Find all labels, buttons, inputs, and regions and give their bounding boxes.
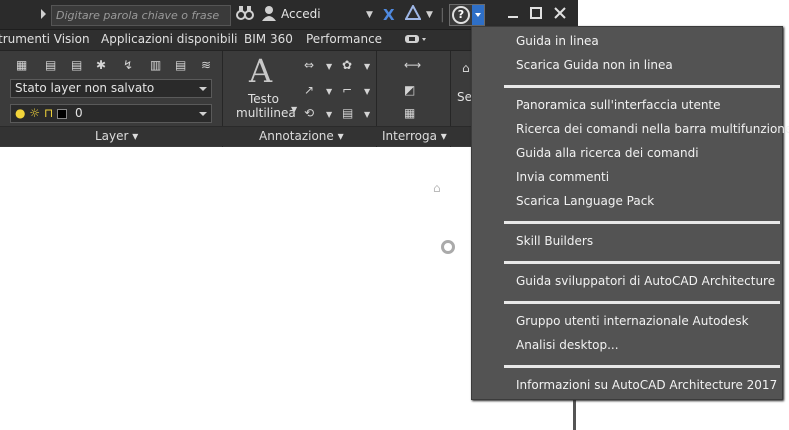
sun-icon: ☼ [29, 106, 41, 120]
help-button[interactable]: ? [449, 4, 485, 26]
tag-icon[interactable]: ⟲ [304, 106, 314, 120]
menu-item-ribbon-search[interactable]: Ricerca dei comandi nella barra multifun… [516, 120, 789, 138]
tab-available-apps[interactable]: Applicazioni disponibili [101, 32, 238, 46]
layer-current-combo[interactable]: ● ☼ ⊓ 0 [10, 104, 212, 123]
menu-item-developer-guide[interactable]: Guida sviluppatori di AutoCAD Architectu… [516, 272, 775, 290]
chevron-down-icon [199, 87, 207, 91]
menu-separator [504, 261, 780, 264]
layer-tool-icon[interactable]: ▦ [16, 58, 27, 72]
menu-item-ui-overview[interactable]: Panoramica sull'interfaccia utente [516, 96, 721, 114]
a360-icon[interactable] [404, 3, 422, 27]
menu-item-skill-builders[interactable]: Skill Builders [516, 232, 593, 250]
maximize-icon[interactable] [530, 6, 542, 26]
menu-item-about[interactable]: Informazioni su AutoCAD Architecture 201… [516, 376, 777, 394]
layer-tool-icon[interactable]: ≋ [201, 58, 211, 72]
menu-separator [504, 85, 780, 88]
menu-item-command-search-help[interactable]: Guida alla ricerca dei comandi [516, 144, 699, 162]
symbol-icon[interactable]: ✿ [342, 58, 352, 72]
menu-separator [504, 221, 780, 224]
search-expand-arrow-icon[interactable] [41, 9, 46, 19]
tab-overflow-icon[interactable] [404, 31, 428, 50]
layer-current-value: 0 [74, 106, 83, 120]
home-icon[interactable]: ⌂ [433, 181, 441, 195]
layer-state-combo[interactable]: Stato layer non salvato [10, 79, 212, 98]
layer-tool-icon[interactable]: ✱ [96, 58, 106, 72]
a360-dropdown-icon[interactable]: ▼ [426, 5, 433, 25]
chevron-down-icon[interactable]: ▼ [326, 85, 332, 99]
menu-item-offline-help[interactable]: Scarica Guida non in linea [516, 56, 673, 74]
binoculars-icon[interactable] [236, 5, 254, 27]
menu-item-user-group[interactable]: Gruppo utenti internazionale Autodesk [516, 312, 749, 330]
layer-tool-icon[interactable]: ▤ [71, 58, 82, 72]
chevron-down-icon[interactable]: ▼ [291, 103, 297, 117]
viewcube-compass-icon[interactable] [441, 240, 455, 254]
layer-tool-icon[interactable]: ▤ [175, 58, 186, 72]
layer-tool-icon[interactable]: ↯ [123, 58, 133, 72]
toolbar-divider: | [440, 7, 445, 23]
tab-performance[interactable]: Performance [306, 32, 382, 46]
panel-layer-label[interactable]: Layer ▾ [95, 129, 138, 143]
help-dropdown-menu: Guida in linea Scarica Guida non in line… [471, 26, 789, 400]
measure-distance-icon[interactable]: ⟷ [404, 58, 421, 72]
panel-annotation-label[interactable]: Annotazione ▾ [259, 129, 344, 143]
dimension-icon[interactable]: ⇔ [304, 58, 314, 72]
chevron-down-icon[interactable]: ▼ [364, 85, 370, 99]
panel-query-label[interactable]: Interroga ▾ [382, 129, 447, 143]
signin-button[interactable]: Accedi [281, 7, 321, 21]
chevron-down-icon [199, 112, 207, 116]
autocad-window: Digitare parola chiave o frase Accedi ▼ … [0, 0, 789, 430]
close-icon[interactable] [553, 6, 567, 26]
chevron-down-icon[interactable]: ▼ [364, 108, 370, 122]
measure-area-icon[interactable]: ◩ [404, 83, 415, 97]
help-dropdown-icon[interactable] [472, 5, 484, 25]
text-tool-label: Testo [248, 92, 279, 106]
table-icon[interactable]: ▤ [342, 106, 353, 120]
menu-separator [504, 365, 780, 368]
layer-tool-icon[interactable]: ▥ [150, 58, 161, 72]
menu-item-language-pack[interactable]: Scarica Language Pack [516, 192, 654, 210]
canvas-edge [573, 398, 576, 430]
menu-item-send-feedback[interactable]: Invia commenti [516, 168, 609, 186]
tab-bim360[interactable]: BIM 360 [244, 32, 293, 46]
calculator-icon[interactable]: ▦ [404, 106, 415, 120]
section-icon[interactable]: ⌂ [462, 61, 470, 75]
text-tool-icon[interactable]: A [249, 52, 272, 90]
color-swatch [57, 108, 68, 119]
user-icon[interactable] [261, 5, 277, 27]
mleader-icon[interactable]: ⌐ [342, 83, 352, 97]
lock-icon: ⊓ [43, 106, 54, 120]
search-input[interactable]: Digitare parola chiave o frase [51, 5, 231, 26]
chevron-down-icon[interactable]: ▼ [326, 108, 332, 122]
exchange-x-icon[interactable]: X [383, 5, 395, 25]
menu-item-desktop-analytics[interactable]: Analisi desktop... [516, 336, 619, 354]
text-tool-label: multilinea [236, 106, 296, 120]
leader-icon[interactable]: ↗ [304, 83, 314, 97]
minimize-icon[interactable] [507, 6, 519, 26]
layer-state-value: Stato layer non salvato [15, 81, 155, 95]
help-icon: ? [452, 6, 470, 24]
layer-tool-icon[interactable]: ▤ [45, 58, 56, 72]
tab-vision-tools[interactable]: trumenti Vision [0, 32, 90, 46]
lightbulb-icon: ● [15, 106, 26, 120]
chevron-down-icon[interactable]: ▼ [364, 60, 370, 74]
chevron-down-icon[interactable]: ▼ [326, 60, 332, 74]
menu-item-online-help[interactable]: Guida in linea [516, 32, 599, 50]
signin-dropdown-icon[interactable]: ▼ [366, 5, 373, 25]
menu-separator [504, 301, 780, 304]
